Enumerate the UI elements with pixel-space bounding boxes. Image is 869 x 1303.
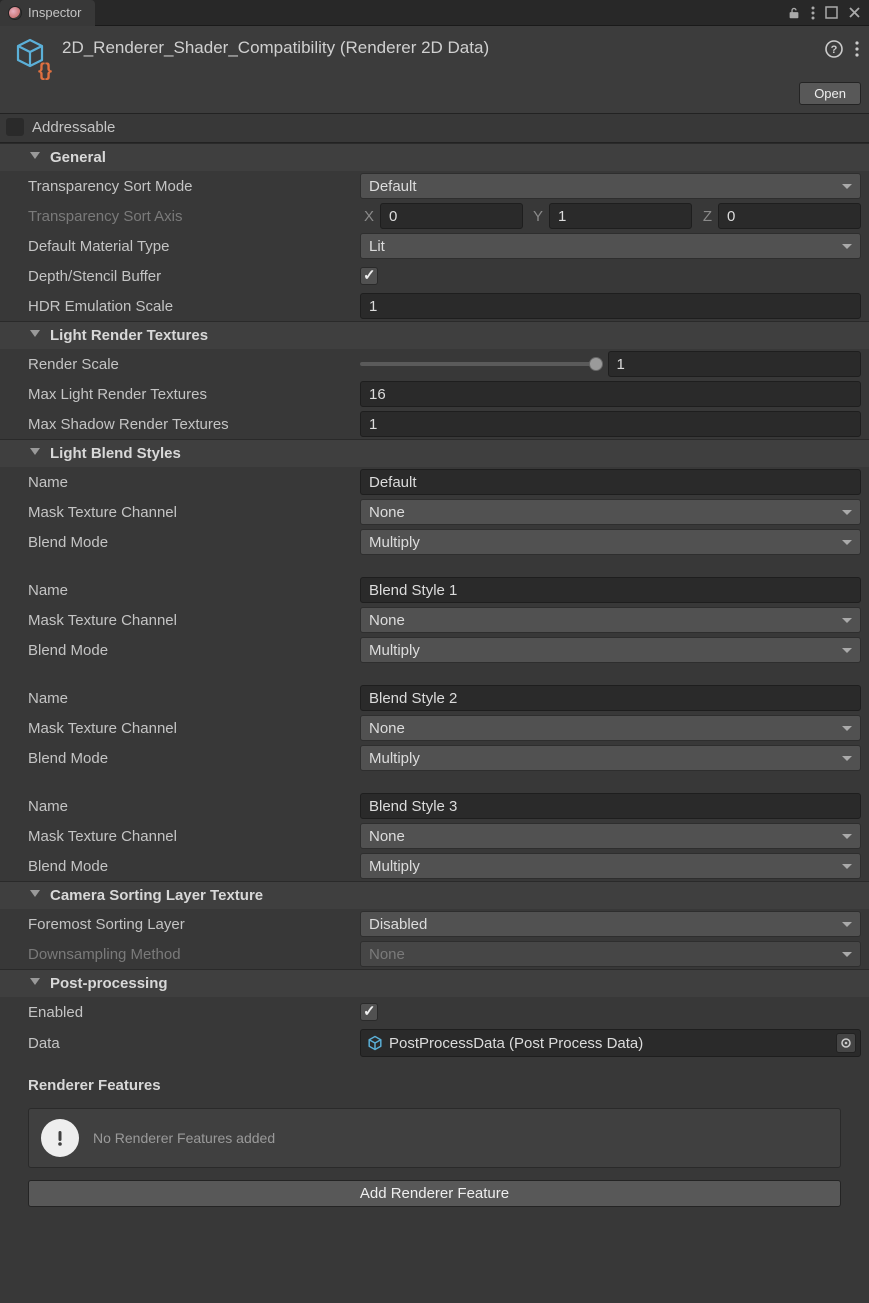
max-shadow-render-textures-label: Max Shadow Render Textures <box>28 416 360 433</box>
blend-style-mode-dropdown[interactable]: Multiply <box>360 745 861 771</box>
blend-style-name-label: Name <box>28 690 360 707</box>
default-material-type-dropdown[interactable]: Lit <box>360 233 861 259</box>
window-titlebar: Inspector <box>0 0 869 26</box>
post-processing-data-value: PostProcessData (Post Process Data) <box>389 1035 643 1052</box>
downsampling-method-dropdown: None <box>360 941 861 967</box>
axis-z-input[interactable]: 0 <box>718 203 861 229</box>
addressable-checkbox[interactable] <box>6 118 24 136</box>
axis-x-label: X <box>360 208 374 225</box>
renderer-features-heading: Renderer Features <box>0 1059 869 1102</box>
foldout-icon <box>30 152 40 159</box>
blend-style-mode-label: Blend Mode <box>28 750 360 767</box>
blend-style-mode-label: Blend Mode <box>28 534 360 551</box>
post-processing-data-label: Data <box>28 1035 360 1052</box>
axis-y-label: Y <box>529 208 543 225</box>
blend-style-name-label: Name <box>28 474 360 491</box>
svg-text:?: ? <box>831 44 838 56</box>
add-renderer-feature-button[interactable]: Add Renderer Feature <box>28 1180 841 1207</box>
blend-style-name-label: Name <box>28 582 360 599</box>
open-button[interactable]: Open <box>799 82 861 105</box>
blend-style-mode-dropdown[interactable]: Multiply <box>360 637 861 663</box>
blend-style-mask-label: Mask Texture Channel <box>28 828 360 845</box>
asset-header: {} 2D_Renderer_Shader_Compatibility (Ren… <box>0 26 869 80</box>
blend-style-mode-label: Blend Mode <box>28 642 360 659</box>
close-icon[interactable] <box>848 6 861 19</box>
lock-icon[interactable] <box>787 6 801 20</box>
info-icon <box>41 1119 79 1157</box>
hdr-emulation-scale-input[interactable]: 1 <box>360 293 861 319</box>
blend-style-name-label: Name <box>28 798 360 815</box>
foldout-icon <box>30 978 40 985</box>
blend-style-mask-label: Mask Texture Channel <box>28 720 360 737</box>
object-picker-icon[interactable] <box>836 1033 856 1053</box>
data-asset-icon <box>367 1035 383 1051</box>
max-light-render-textures-input[interactable]: 16 <box>360 381 861 407</box>
axis-z-label: Z <box>698 208 712 225</box>
section-light-blend-styles[interactable]: Light Blend Styles <box>0 439 869 467</box>
foldout-icon <box>30 448 40 455</box>
asset-title: 2D_Renderer_Shader_Compatibility (Render… <box>62 36 825 58</box>
blend-style-mask-dropdown[interactable]: None <box>360 499 861 525</box>
transparency-sort-axis-label: Transparency Sort Axis <box>28 208 360 225</box>
blend-style-mask-label: Mask Texture Channel <box>28 612 360 629</box>
asset-type-icon: {} <box>12 36 52 76</box>
blend-style-name-input[interactable]: Default <box>360 469 861 495</box>
svg-text:{}: {} <box>38 60 52 80</box>
axis-x-input[interactable]: 0 <box>380 203 523 229</box>
blend-style-mode-dropdown[interactable]: Multiply <box>360 853 861 879</box>
foremost-sorting-layer-label: Foremost Sorting Layer <box>28 916 360 933</box>
section-post-processing[interactable]: Post-processing <box>0 969 869 997</box>
post-processing-data-field[interactable]: PostProcessData (Post Process Data) <box>360 1029 861 1057</box>
renderer-features-none-text: No Renderer Features added <box>93 1130 275 1146</box>
inspector-tab[interactable]: Inspector <box>0 0 95 26</box>
blend-style-mask-label: Mask Texture Channel <box>28 504 360 521</box>
maximize-icon[interactable] <box>825 6 838 19</box>
render-scale-label: Render Scale <box>28 356 360 373</box>
addressable-label: Addressable <box>32 119 115 136</box>
blend-style-mask-dropdown[interactable]: None <box>360 715 861 741</box>
downsampling-method-label: Downsampling Method <box>28 946 360 963</box>
post-processing-enabled-label: Enabled <box>28 1004 360 1021</box>
max-shadow-render-textures-input[interactable]: 1 <box>360 411 861 437</box>
section-camera-sorting[interactable]: Camera Sorting Layer Texture <box>0 881 869 909</box>
help-icon[interactable]: ? <box>825 40 843 58</box>
blend-style-mask-dropdown[interactable]: None <box>360 607 861 633</box>
transparency-sort-mode-dropdown[interactable]: Default <box>360 173 861 199</box>
section-light-render-textures[interactable]: Light Render Textures <box>0 321 869 349</box>
kebab-icon[interactable] <box>855 41 859 57</box>
axis-y-input[interactable]: 1 <box>549 203 692 229</box>
render-scale-value[interactable]: 1 <box>608 351 862 377</box>
kebab-icon[interactable] <box>811 6 815 20</box>
blend-style-name-input[interactable]: Blend Style 1 <box>360 577 861 603</box>
max-light-render-textures-label: Max Light Render Textures <box>28 386 360 403</box>
depth-stencil-checkbox[interactable] <box>360 267 378 285</box>
foldout-icon <box>30 890 40 897</box>
foremost-sorting-layer-dropdown[interactable]: Disabled <box>360 911 861 937</box>
hdr-emulation-scale-label: HDR Emulation Scale <box>28 298 360 315</box>
render-scale-slider[interactable] <box>360 362 596 366</box>
post-processing-enabled-checkbox[interactable] <box>360 1003 378 1021</box>
blend-style-name-input[interactable]: Blend Style 2 <box>360 685 861 711</box>
tab-label: Inspector <box>28 5 81 20</box>
blend-style-mask-dropdown[interactable]: None <box>360 823 861 849</box>
inspector-icon <box>8 6 22 20</box>
depth-stencil-label: Depth/Stencil Buffer <box>28 268 360 285</box>
default-material-type-label: Default Material Type <box>28 238 360 255</box>
blend-style-mode-label: Blend Mode <box>28 858 360 875</box>
renderer-features-info: No Renderer Features added <box>28 1108 841 1168</box>
section-general[interactable]: General <box>0 143 869 171</box>
blend-style-mode-dropdown[interactable]: Multiply <box>360 529 861 555</box>
blend-style-name-input[interactable]: Blend Style 3 <box>360 793 861 819</box>
transparency-sort-mode-label: Transparency Sort Mode <box>28 178 360 195</box>
foldout-icon <box>30 330 40 337</box>
